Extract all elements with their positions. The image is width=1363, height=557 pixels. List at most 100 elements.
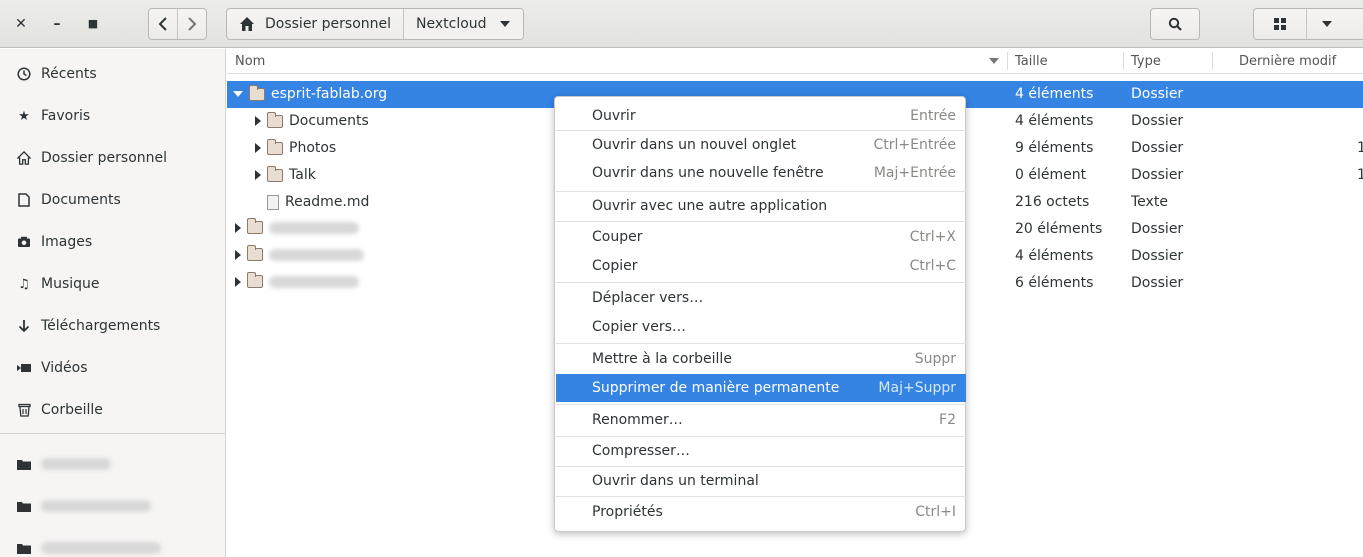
sidebar-separator xyxy=(0,433,225,434)
file-type: Dossier xyxy=(1131,140,1184,156)
menu-item-label: Ouvrir avec une autre application xyxy=(592,198,828,214)
column-name-header[interactable]: Nom xyxy=(235,54,265,69)
expander-collapsed-icon[interactable] xyxy=(235,222,241,233)
menu-item-open[interactable]: Ouvrir Entrée xyxy=(556,102,966,130)
home-icon xyxy=(240,17,254,31)
file-type: Dossier xyxy=(1131,113,1184,129)
navigation-buttons xyxy=(148,8,207,40)
sidebar-item-bookmark[interactable] xyxy=(0,443,225,485)
sidebar: Récents ★ Favoris Dossier personnel Docu… xyxy=(0,49,226,557)
close-window-icon[interactable]: ✕ xyxy=(13,16,29,32)
music-icon: ♫ xyxy=(18,276,30,292)
view-menu-button[interactable] xyxy=(1307,9,1347,39)
file-type: Texte xyxy=(1131,194,1168,210)
menu-separator xyxy=(556,404,966,405)
forward-button[interactable] xyxy=(178,9,206,39)
sidebar-item-favorites[interactable]: ★ Favoris xyxy=(0,95,225,137)
video-icon xyxy=(16,360,32,376)
document-icon xyxy=(16,192,32,208)
menu-item-label: Ouvrir dans un nouvel onglet xyxy=(592,137,797,153)
sidebar-item-music[interactable]: ♫ Musique xyxy=(0,263,225,305)
menu-item-open-terminal[interactable]: Ouvrir dans un terminal xyxy=(556,467,966,495)
file-name: Talk xyxy=(289,167,316,183)
menu-item-shortcut: F2 xyxy=(939,412,956,428)
redacted-label xyxy=(41,542,161,554)
file-size: 4 éléments xyxy=(1015,113,1094,129)
column-size-header[interactable]: Taille xyxy=(1015,54,1048,69)
sidebar-item-label: Dossier personnel xyxy=(41,150,168,166)
menu-item-label: Propriétés xyxy=(592,504,663,520)
file-size: 0 élément xyxy=(1015,167,1087,183)
menu-item-shortcut: Ctrl+X xyxy=(909,229,956,245)
menu-item-properties[interactable]: Propriétés Ctrl+I xyxy=(556,498,966,526)
menu-item-compress[interactable]: Compresser… xyxy=(556,437,966,465)
sidebar-item-bookmark[interactable] xyxy=(0,485,225,527)
grid-view-button[interactable] xyxy=(1254,9,1307,39)
file-name: Documents xyxy=(289,113,369,129)
sidebar-item-downloads[interactable]: Téléchargements xyxy=(0,305,225,347)
file-modified: 1 xyxy=(1357,167,1363,183)
search-icon xyxy=(1168,17,1182,31)
menu-item-copy-to[interactable]: Copier vers… xyxy=(556,313,966,341)
back-button[interactable] xyxy=(149,9,178,39)
menu-item-delete-permanently[interactable]: Supprimer de manière permanente Maj+Suppr xyxy=(556,374,966,402)
folder-icon xyxy=(247,218,263,234)
home-icon xyxy=(16,150,32,166)
file-type: Dossier xyxy=(1131,167,1184,183)
sidebar-item-recents[interactable]: Récents xyxy=(0,53,225,95)
menu-item-label: Déplacer vers… xyxy=(592,290,704,306)
sidebar-item-home[interactable]: Dossier personnel xyxy=(0,137,225,179)
search-button[interactable] xyxy=(1150,8,1200,40)
menu-item-copy[interactable]: Copier Ctrl+C xyxy=(556,252,966,280)
menu-item-label: Ouvrir xyxy=(592,108,636,124)
redacted-label xyxy=(41,458,111,470)
menu-item-open-new-tab[interactable]: Ouvrir dans un nouvel onglet Ctrl+Entrée xyxy=(556,131,966,159)
star-icon: ★ xyxy=(18,108,30,124)
expander-expanded-icon[interactable] xyxy=(233,91,243,97)
menu-item-move-to[interactable]: Déplacer vers… xyxy=(556,284,966,312)
menu-item-label: Ouvrir dans un terminal xyxy=(592,473,759,489)
expander-collapsed-icon[interactable] xyxy=(255,143,261,153)
folder-icon xyxy=(16,456,32,472)
path-home-label: Dossier personnel xyxy=(265,16,392,32)
expander-collapsed-icon[interactable] xyxy=(235,276,241,287)
context-menu: Ouvrir Entrée Ouvrir dans un nouvel ongle… xyxy=(554,96,966,532)
sidebar-item-images[interactable]: Images xyxy=(0,221,225,263)
menu-separator xyxy=(556,496,966,497)
expander-collapsed-icon[interactable] xyxy=(255,170,261,180)
sidebar-item-label: Vidéos xyxy=(41,360,88,376)
chevron-left-icon xyxy=(158,17,167,31)
sidebar-item-bookmark[interactable] xyxy=(0,527,225,557)
menu-item-open-with[interactable]: Ouvrir avec une autre application xyxy=(556,192,966,220)
camera-icon xyxy=(16,234,32,250)
menu-item-rename[interactable]: Renommer… F2 xyxy=(556,406,966,434)
sidebar-item-trash[interactable]: Corbeille xyxy=(0,389,225,431)
menu-item-cut[interactable]: Couper Ctrl+X xyxy=(556,223,966,251)
menu-item-shortcut: Ctrl+I xyxy=(915,504,956,520)
sidebar-item-label: Favoris xyxy=(41,108,91,124)
expander-collapsed-icon[interactable] xyxy=(235,249,241,260)
file-size: 4 éléments xyxy=(1015,248,1094,264)
sidebar-item-label: Récents xyxy=(41,66,97,82)
maximize-window-icon[interactable]: ■ xyxy=(85,16,101,32)
column-type-header[interactable]: Type xyxy=(1131,54,1161,69)
minimize-window-icon[interactable]: – xyxy=(49,16,65,32)
column-modified-header[interactable]: Dernière modif xyxy=(1239,54,1336,69)
path-home-button[interactable]: Dossier personnel xyxy=(227,9,405,39)
sidebar-item-videos[interactable]: Vidéos xyxy=(0,347,225,389)
folder-icon xyxy=(249,84,265,101)
file-modified: 1 xyxy=(1357,140,1363,156)
column-divider xyxy=(1123,52,1124,70)
menu-item-label: Couper xyxy=(592,229,643,245)
folder-icon xyxy=(247,272,263,288)
path-current-button[interactable]: Nextcloud xyxy=(404,9,523,39)
column-divider xyxy=(1212,52,1213,70)
folder-icon xyxy=(16,498,32,514)
chevron-down-icon xyxy=(1322,21,1332,27)
menu-item-move-to-trash[interactable]: Mettre à la corbeille Suppr xyxy=(556,345,966,373)
file-size: 216 octets xyxy=(1015,194,1090,210)
menu-item-label: Renommer… xyxy=(592,412,683,428)
menu-item-open-new-window[interactable]: Ouvrir dans une nouvelle fenêtre Maj+Entr… xyxy=(556,159,966,187)
sidebar-item-documents[interactable]: Documents xyxy=(0,179,225,221)
expander-collapsed-icon[interactable] xyxy=(255,116,261,126)
